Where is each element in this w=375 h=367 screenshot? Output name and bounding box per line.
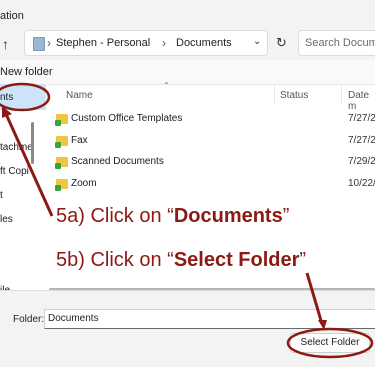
column-header-status[interactable]: Status [280,90,308,101]
folder-icon [55,136,68,148]
search-placeholder: Search Documen [305,37,375,49]
instruction-step-b: 5b) Click on “Select Folder” [56,249,307,271]
title-bar [0,0,375,28]
file-row-name[interactable]: Custom Office Templates [71,113,182,124]
sort-caret-icon: ⌃ [163,81,170,90]
folder-icon [55,179,68,191]
nav-item-attachments[interactable]: tachme [0,142,33,153]
nav-item-files[interactable]: les [0,214,13,225]
nav-item-drafts[interactable]: ft Copi [0,166,29,177]
up-arrow-icon[interactable]: ↑ [2,36,16,52]
chevron-right-icon[interactable]: › [47,36,51,50]
file-row-date: 7/27/2 [348,135,375,146]
folder-label: Folder: [13,314,45,325]
select-folder-button[interactable]: Select Folder [290,333,370,353]
file-row-date: 7/27/2 [348,113,375,124]
window-title: ation [0,10,24,22]
chevron-down-icon[interactable]: ⌄ [253,36,261,47]
column-divider[interactable] [341,86,342,104]
nav-scrollbar[interactable] [31,122,34,164]
file-row-date: 10/22/ [348,178,375,189]
file-row-date: 7/29/2 [348,156,375,167]
location-folder-icon [33,37,45,51]
column-header-name[interactable]: Name [66,90,93,101]
command-bar [0,60,375,85]
column-header-date[interactable]: Date m [348,90,375,112]
folder-name-value: Documents [48,313,99,324]
new-folder-button[interactable]: New folder [0,66,53,78]
breadcrumb-personal[interactable]: Stephen - Personal [56,37,150,49]
folder-icon [55,114,68,126]
file-row-name[interactable]: Scanned Documents [71,156,164,167]
file-row-name[interactable]: Fax [71,135,88,146]
navigation-pane [0,84,48,290]
folder-icon [55,157,68,169]
refresh-icon[interactable]: ↻ [276,35,287,51]
column-divider[interactable] [274,86,275,104]
nav-item-documents[interactable]: nts [0,92,13,103]
breadcrumb-documents[interactable]: Documents [176,37,232,49]
chevron-right-icon[interactable]: › [162,36,166,50]
nav-item-t[interactable]: t [0,190,3,201]
file-row-name[interactable]: Zoom [71,178,97,189]
instruction-step-a: 5a) Click on “Documents” [56,205,290,227]
